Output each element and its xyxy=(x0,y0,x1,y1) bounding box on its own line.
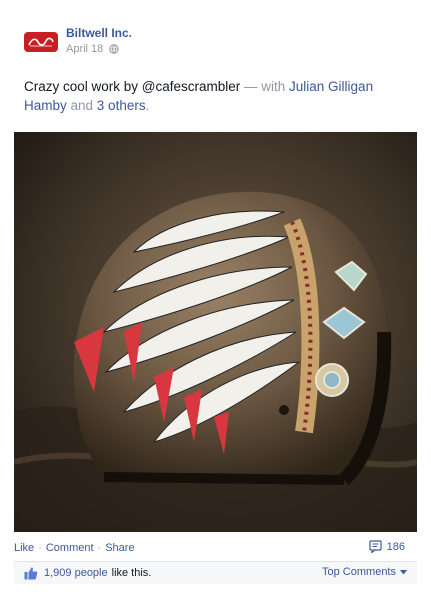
caret-down-icon xyxy=(400,569,407,574)
globe-icon[interactable] xyxy=(109,44,119,54)
post-photo[interactable] xyxy=(14,132,417,532)
post-with-text: — with xyxy=(240,79,290,94)
top-comments-dropdown[interactable]: Top Comments xyxy=(322,566,407,578)
thumbs-up-icon xyxy=(24,567,38,580)
helmet-photo-image xyxy=(14,132,417,532)
post-date[interactable]: April 18 xyxy=(66,43,103,55)
tagged-others-link[interactable]: 3 others xyxy=(97,98,146,113)
likes-suffix: like this. xyxy=(111,567,152,579)
post-message-text: Crazy cool work by @cafescrambler xyxy=(24,79,241,94)
like-button[interactable]: Like xyxy=(14,542,34,554)
post-suffix: . xyxy=(145,98,150,113)
post-card: Biltwell Inc. April 18 Crazy cool work b… xyxy=(0,0,431,597)
action-separator: · xyxy=(97,542,102,554)
post-actions: Like · Comment · Share 186 xyxy=(14,537,417,559)
post-meta: April 18 xyxy=(66,43,119,55)
action-separator: · xyxy=(38,542,42,554)
biltwell-logo-icon xyxy=(28,37,54,47)
comment-bubble-icon xyxy=(369,540,382,553)
comment-count-link[interactable]: 186 xyxy=(369,540,405,553)
page-name-link[interactable]: Biltwell Inc. xyxy=(66,26,132,40)
page-logo[interactable] xyxy=(24,32,58,52)
likers-link[interactable]: 1,909 people xyxy=(44,567,108,579)
top-comments-label: Top Comments xyxy=(322,566,396,578)
post-message: Crazy cool work by @cafescrambler — with… xyxy=(24,77,409,115)
post-and-text: and xyxy=(66,98,97,113)
likes-summary: 1,909 people like this. Top Comments xyxy=(14,561,417,584)
share-button[interactable]: Share xyxy=(105,542,134,554)
comment-count: 186 xyxy=(386,540,405,553)
post-header: Biltwell Inc. April 18 xyxy=(24,24,404,60)
comment-button[interactable]: Comment xyxy=(46,542,94,554)
